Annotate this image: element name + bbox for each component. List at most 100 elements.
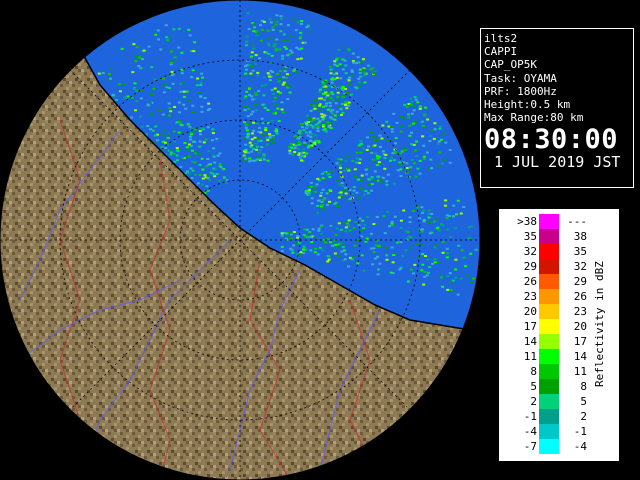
echo-cell [361,68,365,71]
echo-cell [111,93,115,96]
echo-cell [190,127,194,130]
echo-cell [366,136,369,139]
echo-cell [408,216,412,219]
echo-cell [284,47,288,50]
echo-cell [295,141,298,144]
echo-cell [261,122,265,124]
echo-cell [309,124,313,127]
echo-cell [310,241,314,243]
echo-cell [199,81,203,84]
echo-cell [189,167,193,170]
echo-cell [257,130,261,133]
echo-cell [302,234,306,236]
echo-cell [305,124,309,127]
echo-cell [340,182,344,185]
echo-cell [288,91,292,94]
echo-cell [421,243,424,246]
echo-cell [153,78,157,81]
echo-cell [365,216,369,218]
echo-cell [161,113,165,116]
echo-cell [352,227,356,230]
legend-color-swatch [539,319,559,334]
echo-cell [318,120,322,123]
height-value: Height:0.5 km [484,98,571,112]
echo-cell [305,152,309,155]
echo-cell [162,128,166,131]
echo-cell [371,135,375,138]
echo-cell [243,108,247,111]
echo-cell [388,225,392,228]
echo-cell [384,246,388,249]
echo-cell [338,164,342,167]
echo-cell [292,244,296,247]
echo-cell [279,91,282,94]
echo-cell [151,129,155,132]
echo-cell [97,72,101,75]
echo-cell [453,226,457,229]
echo-cell [329,122,333,125]
echo-cell [259,158,263,161]
echo-cell [341,68,345,71]
echo-cell [177,46,181,49]
echo-cell [317,229,321,232]
echo-cell [329,68,333,71]
echo-cell [412,209,416,212]
echo-cell [254,54,258,57]
echo-cell [319,225,323,228]
echo-cell [435,218,439,221]
echo-cell [243,121,247,124]
echo-cell [256,71,260,74]
echo-cell [363,81,367,84]
echo-cell [441,285,445,288]
echo-cell [330,78,334,81]
echo-cell [413,263,417,266]
echo-cell [324,85,328,88]
echo-cell [310,133,314,136]
echo-cell [302,141,306,144]
echo-cell [224,181,228,184]
echo-cell [109,77,113,80]
echo-cell [198,140,202,143]
echo-cell [249,55,253,58]
echo-cell [182,95,186,98]
echo-cell [363,193,366,196]
echo-cell [383,232,387,235]
echo-cell [154,125,158,128]
echo-cell [263,107,267,109]
echo-cell [392,159,396,162]
echo-cell [190,76,194,79]
echo-cell [274,130,278,133]
echo-cell [168,107,172,109]
legend-upper-bound: 5 [580,395,587,408]
echo-cell [385,180,389,183]
echo-cell [266,72,270,75]
echo-cell [329,127,333,129]
echo-cell [307,144,311,147]
echo-cell [418,107,422,110]
echo-cell [193,161,197,164]
echo-cell [374,152,378,155]
echo-cell [260,84,264,87]
echo-cell [255,93,258,96]
echo-cell [170,50,173,53]
legend-lower-bound: 8 [530,365,537,378]
echo-cell [269,21,273,24]
echo-cell [444,204,447,207]
legend-lower-bound: 2 [530,395,537,408]
echo-cell [378,134,382,137]
echo-cell [438,229,442,232]
echo-cell [441,251,445,254]
echo-cell [326,255,330,258]
echo-cell [390,130,394,133]
echo-cell [358,162,361,164]
legend-lower-bound: 14 [523,335,537,348]
echo-cell [381,150,385,153]
echo-cell [201,168,205,171]
echo-cell [329,97,333,99]
echo-cell [251,44,255,47]
echo-cell [313,107,317,110]
echo-cell [177,131,181,134]
echo-cell [264,127,268,129]
observation-time: 08:30:00 [484,124,619,156]
echo-cell [376,157,380,160]
